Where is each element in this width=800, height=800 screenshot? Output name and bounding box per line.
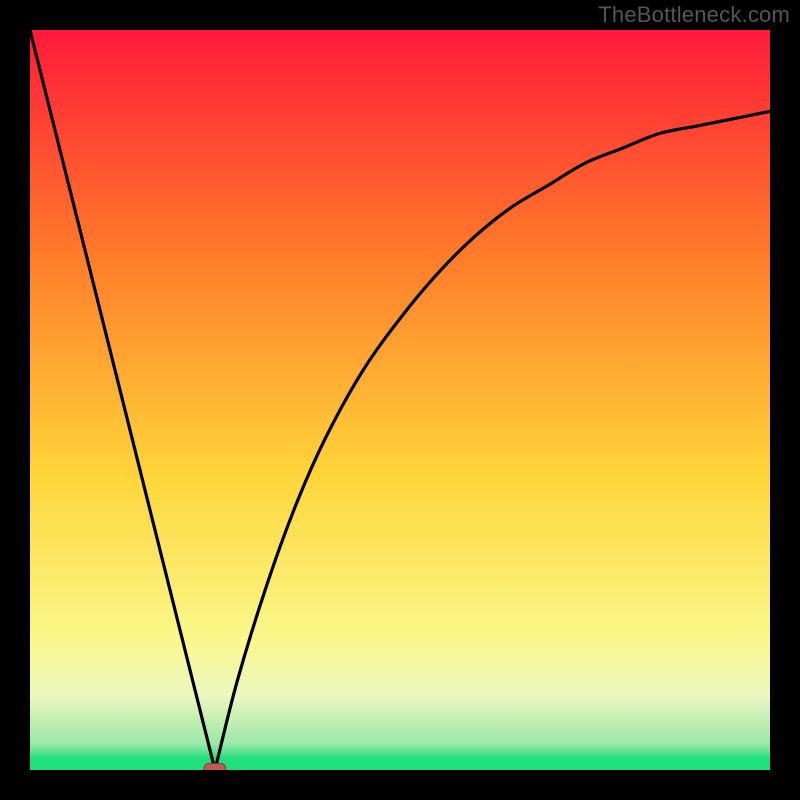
optimum-marker <box>204 764 226 771</box>
chart-frame: TheBottleneck.com <box>0 0 800 800</box>
plot-area <box>30 30 770 770</box>
watermark-text: TheBottleneck.com <box>598 2 790 28</box>
bottleneck-chart <box>30 30 770 770</box>
gradient-background <box>30 30 770 770</box>
